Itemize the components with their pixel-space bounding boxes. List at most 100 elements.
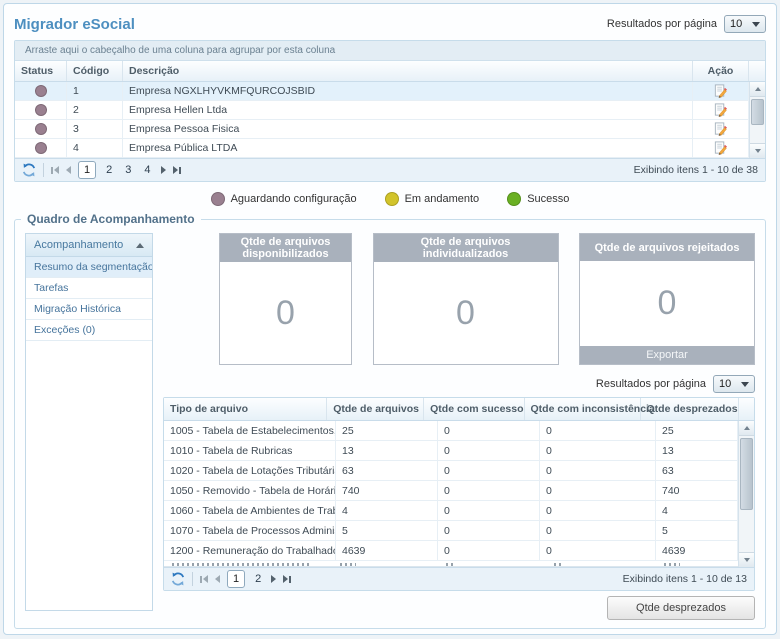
group-by-bar[interactable]: Arraste aqui o cabeçalho de uma coluna p… — [15, 41, 765, 61]
refresh-icon[interactable] — [171, 572, 185, 586]
vertical-scrollbar[interactable] — [749, 82, 765, 158]
column-header[interactable]: Ação — [693, 61, 749, 81]
company-row[interactable]: 4Empresa Pública LTDA — [15, 139, 749, 158]
pager-info: Exibindo itens 1 - 10 de 13 — [623, 573, 747, 585]
scrollbar-track[interactable] — [739, 436, 754, 552]
next-page-button[interactable] — [271, 575, 276, 583]
vertical-scrollbar[interactable] — [738, 421, 754, 567]
column-header[interactable]: Qtde com sucesso — [424, 398, 524, 420]
company-row[interactable]: 1Empresa NGXLHYVKMFQURCOJSBID — [15, 82, 749, 101]
file-type-row[interactable]: 1010 - Tabela de Rubricas130013 — [164, 441, 738, 461]
file-type-row[interactable]: 1020 - Tabela de Lotações Tributárias630… — [164, 461, 738, 481]
company-row[interactable]: 3Empresa Pessoa Fisica — [15, 120, 749, 139]
scroll-up-icon[interactable] — [750, 82, 765, 97]
column-header[interactable]: Qtde com inconsistência — [525, 398, 641, 420]
descricao-cell: Empresa Pública LTDA — [123, 139, 693, 157]
chevron-up-icon — [136, 243, 144, 248]
first-page-button[interactable] — [51, 166, 59, 174]
scrollbar-thumb[interactable] — [740, 438, 753, 510]
scroll-down-icon[interactable] — [739, 552, 754, 567]
column-header[interactable]: Descrição — [123, 61, 693, 81]
sidebar-item[interactable]: Exceções (0) — [26, 320, 152, 341]
stat-card: Qtde de arquivos rejeitados0Exportar — [579, 233, 755, 365]
refresh-icon[interactable] — [22, 163, 36, 177]
acao-cell — [693, 82, 749, 100]
results-per-page-select[interactable]: 10 — [724, 15, 766, 33]
file-type-row[interactable]: 1200 - Remuneração do Trabalhador4639004… — [164, 541, 738, 561]
scroll-up-icon[interactable] — [739, 421, 754, 436]
cell: 4 — [336, 501, 438, 520]
results-per-page: Resultados por página 10 — [607, 15, 766, 33]
cell: 740 — [336, 481, 438, 500]
stat-card: Qtde de arquivos individualizados0 — [373, 233, 559, 365]
file-type-row[interactable]: 1060 - Tabela de Ambientes de Trab...400… — [164, 501, 738, 521]
edit-icon[interactable] — [713, 121, 728, 137]
sidebar-item[interactable]: Migração Histórica — [26, 299, 152, 320]
status-cell — [15, 139, 67, 157]
qtde-desprezados-button[interactable]: Qtde desprezados — [607, 596, 755, 620]
results-per-page-select[interactable]: 10 — [713, 375, 755, 393]
file-type-row[interactable]: 1005 - Tabela de Estabelecimentos, ...25… — [164, 421, 738, 441]
last-page-button[interactable] — [173, 166, 181, 174]
page-2-button[interactable]: 2 — [103, 162, 115, 178]
cell: 4639 — [656, 541, 738, 560]
quadro-panel: Quadro de Acompanhamento Acompanhamento … — [14, 219, 766, 629]
sidebar-header[interactable]: Acompanhamento — [26, 234, 152, 257]
legend-dot-icon — [507, 192, 521, 206]
file-type-row[interactable]: 1050 - Removido - Tabela de Horário...74… — [164, 481, 738, 501]
scrollbar-thumb[interactable] — [751, 99, 764, 125]
files-table-header: Tipo de arquivoQtde de arquivosQtde com … — [164, 398, 754, 421]
cell: 63 — [656, 461, 738, 480]
sidebar-item[interactable]: Tarefas — [26, 278, 152, 299]
cell: 0 — [438, 421, 540, 440]
acao-cell — [693, 120, 749, 138]
edit-icon[interactable] — [713, 102, 728, 118]
prev-page-button[interactable] — [215, 575, 220, 583]
page-4-button[interactable]: 4 — [141, 162, 153, 178]
cell: 1020 - Tabela de Lotações Tributárias — [164, 461, 336, 480]
prev-page-button[interactable] — [66, 166, 71, 174]
codigo-cell: 4 — [67, 139, 123, 157]
companies-pager: 1234 — [51, 161, 181, 179]
sidebar-item[interactable]: Resumo da segmentação — [26, 257, 152, 278]
next-page-button[interactable] — [161, 166, 166, 174]
first-page-button[interactable] — [200, 575, 208, 583]
column-header[interactable]: Qtde de arquivos — [327, 398, 424, 420]
legend-label: Aguardando configuração — [231, 193, 357, 205]
sidebar-header-label: Acompanhamento — [34, 239, 123, 251]
stat-card: Qtde de arquivos disponibilizados0 — [219, 233, 352, 365]
company-row[interactable]: 2Empresa Hellen Ltda — [15, 101, 749, 120]
status-dot-icon — [35, 123, 47, 135]
cell: 1200 - Remuneração do Trabalhador — [164, 541, 336, 560]
cell: 0 — [540, 501, 656, 520]
scroll-down-icon[interactable] — [750, 143, 765, 158]
cell: 1070 - Tabela de Processos Administ... — [164, 521, 336, 540]
last-page-button[interactable] — [283, 575, 291, 583]
export-button[interactable]: Exportar — [580, 346, 754, 364]
page-1-button[interactable]: 1 — [78, 161, 96, 179]
files-table-body: 1005 - Tabela de Estabelecimentos, ...25… — [164, 421, 738, 567]
files-grid-footer: 12 Exibindo itens 1 - 10 de 13 — [164, 567, 754, 590]
page-3-button[interactable]: 3 — [122, 162, 134, 178]
edit-icon[interactable] — [713, 140, 728, 156]
column-header[interactable]: Qtde desprezados — [641, 398, 739, 420]
column-header[interactable]: Código — [67, 61, 123, 81]
cell: 63 — [336, 461, 438, 480]
cell: 0 — [438, 441, 540, 460]
clipped-row — [164, 561, 738, 567]
app-window: Migrador eSocial Resultados por página 1… — [3, 3, 777, 635]
column-header[interactable]: Status — [15, 61, 67, 81]
page-2-button[interactable]: 2 — [252, 571, 264, 587]
page-1-button[interactable]: 1 — [227, 570, 245, 588]
scrollbar-track[interactable] — [750, 97, 765, 143]
codigo-cell: 2 — [67, 101, 123, 119]
legend-label: Sucesso — [527, 193, 569, 205]
results-per-page-value: 10 — [730, 18, 742, 30]
cell: 13 — [656, 441, 738, 460]
legend-dot-icon — [385, 192, 399, 206]
column-header[interactable]: Tipo de arquivo — [164, 398, 327, 420]
legend-item: Sucesso — [507, 192, 569, 206]
status-dot-icon — [35, 104, 47, 116]
edit-icon[interactable] — [713, 83, 728, 99]
file-type-row[interactable]: 1070 - Tabela de Processos Administ...50… — [164, 521, 738, 541]
